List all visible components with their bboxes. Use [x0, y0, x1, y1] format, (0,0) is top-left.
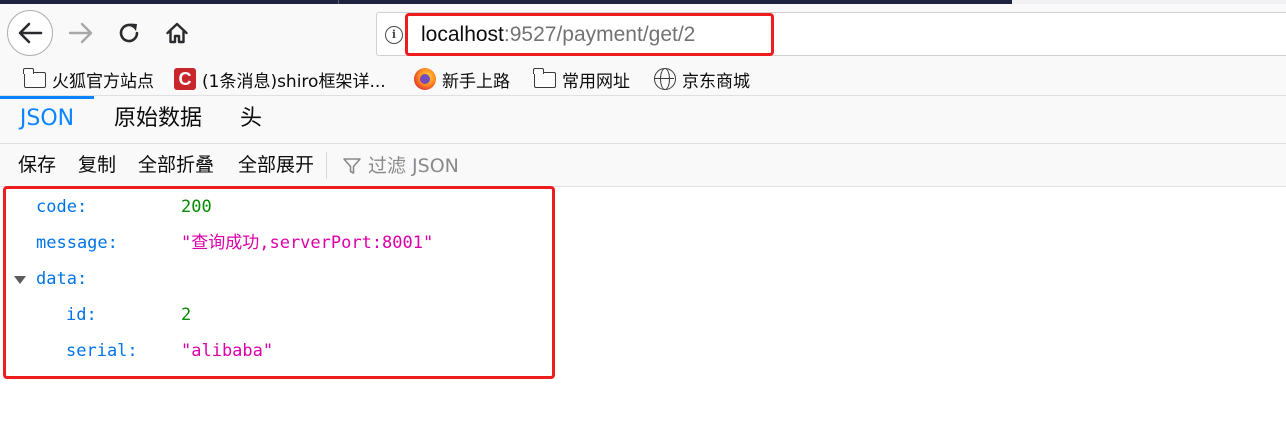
bookmark-firefox-official[interactable]: 火狐官方站点	[23, 66, 154, 92]
expand-all-button[interactable]: 全部展开	[238, 144, 314, 187]
bookmark-label: 京东商城	[682, 71, 750, 92]
globe-icon	[654, 68, 676, 90]
tab-json[interactable]: JSON	[0, 96, 94, 144]
bookmark-jd[interactable]: 京东商城	[654, 66, 750, 92]
csdn-icon: C	[174, 68, 196, 90]
forward-arrow-icon	[68, 22, 93, 44]
copy-button[interactable]: 复制	[78, 144, 116, 187]
bookmark-label: (1条消息)shiro框架详...	[202, 71, 386, 92]
back-arrow-icon	[18, 22, 43, 44]
forward-button[interactable]	[58, 10, 104, 56]
filter-json-input[interactable]	[368, 154, 668, 177]
home-button[interactable]	[154, 10, 200, 56]
reload-icon	[119, 23, 139, 43]
folder-icon	[23, 68, 46, 90]
collapse-all-button[interactable]: 全部折叠	[138, 144, 214, 187]
folder-icon	[533, 68, 556, 90]
filter-icon	[343, 157, 361, 174]
bookmark-getting-started[interactable]: 新手上路	[414, 66, 510, 92]
reload-button[interactable]	[106, 10, 152, 56]
json-toolbar: 保存 复制 全部折叠 全部展开	[0, 144, 1286, 187]
json-highlight-box	[3, 186, 555, 379]
home-icon	[166, 22, 188, 44]
bookmark-common-sites[interactable]: 常用网址	[533, 66, 630, 92]
bookmark-label: 常用网址	[562, 71, 630, 92]
bookmark-label: 火狐官方站点	[52, 71, 154, 92]
save-button[interactable]: 保存	[18, 144, 56, 187]
site-info-icon[interactable]: i	[385, 26, 403, 44]
tab-raw-data[interactable]: 原始数据	[100, 96, 216, 144]
bookmarks-toolbar: 火狐官方站点 C (1条消息)shiro框架详... 新手上路 常用网址 京东商…	[0, 62, 1286, 96]
filter-box[interactable]	[342, 144, 668, 187]
bookmark-csdn-shiro[interactable]: C (1条消息)shiro框架详...	[174, 66, 386, 92]
json-viewer-tabs: JSON 原始数据 头	[0, 96, 1286, 144]
toolbar-divider	[326, 152, 327, 179]
firefox-icon	[414, 68, 436, 90]
back-button[interactable]	[7, 10, 53, 56]
tab-headers[interactable]: 头	[226, 96, 276, 144]
url-highlight-box	[405, 13, 774, 56]
bookmark-label: 新手上路	[442, 71, 510, 92]
